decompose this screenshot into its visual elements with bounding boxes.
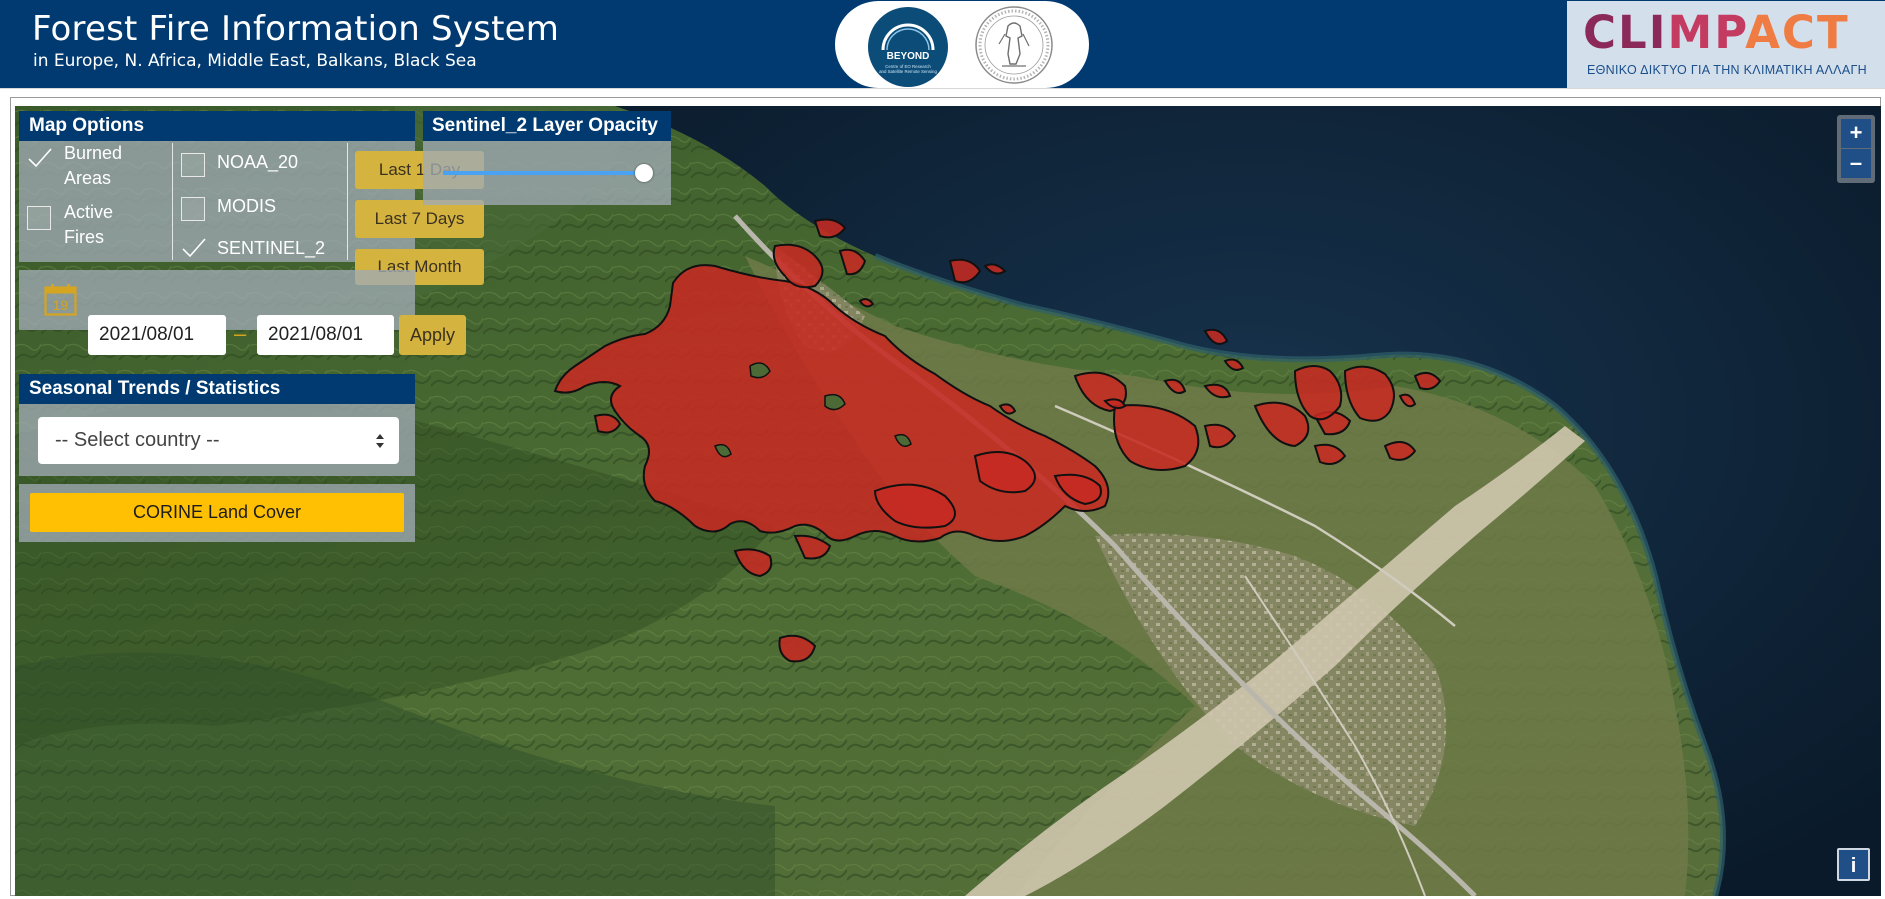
beyond-logo-icon[interactable]: BEYOND Centre of EO Research and Satelli…: [865, 5, 951, 87]
climpact-logo[interactable]: CLIMPACT ΕΘΝΙΚΟ ΔΙΚΤΥΟ ΓΙΑ ΤΗΝ ΚΛΙΜΑΤΙΚΗ…: [1567, 1, 1885, 88]
zoom-out-button[interactable]: –: [1841, 149, 1871, 178]
map-options-title: Map Options: [19, 111, 415, 141]
climpact-logo-word: CLIMPACT: [1583, 6, 1850, 59]
modis-label[interactable]: MODIS: [217, 194, 276, 219]
active-fires-label[interactable]: Active Fires: [64, 200, 113, 250]
beyond-logo-tagline-2: and Satellite Remote Sensing: [879, 69, 937, 74]
date-separator: –: [234, 321, 247, 346]
last-7-days-button[interactable]: Last 7 Days: [355, 200, 484, 238]
options-divider: [172, 143, 173, 260]
info-button[interactable]: i: [1837, 848, 1870, 881]
climpact-logo-subtitle: ΕΘΝΙΚΟ ΔΙΚΤΥΟ ΓΙΑ ΤΗΝ ΚΛΙΜΑΤΙΚΗ ΑΛΛΑΓΗ: [1587, 63, 1867, 77]
apply-button[interactable]: Apply: [399, 315, 466, 355]
app-subtitle: in Europe, N. Africa, Middle East, Balka…: [33, 51, 477, 71]
noaa20-checkbox[interactable]: [181, 153, 205, 177]
opacity-title: Sentinel_2 Layer Opacity: [423, 111, 671, 141]
national-observatory-of-athens-seal-icon[interactable]: [972, 4, 1056, 86]
options-divider: [347, 143, 348, 260]
map-canvas[interactable]: Map Options Burned Areas Active Fires NOAA…: [15, 106, 1881, 896]
burned-areas-checkbox[interactable]: [26, 146, 54, 177]
noaa20-label[interactable]: NOAA_20: [217, 150, 298, 175]
active-fires-checkbox[interactable]: [27, 206, 51, 230]
checkmark-icon: [182, 238, 206, 258]
seasonal-trends-title: Seasonal Trends / Statistics: [19, 374, 415, 404]
country-select[interactable]: -- Select country --: [38, 417, 399, 464]
date-from-input[interactable]: 2021/08/01: [88, 315, 226, 355]
app-header: Forest Fire Information System in Europe…: [0, 0, 1885, 89]
sentinel2-label[interactable]: SENTINEL_2: [217, 236, 325, 261]
beyond-logo-name: BEYOND: [887, 51, 930, 62]
partner-logos: BEYOND Centre of EO Research and Satelli…: [835, 1, 1089, 88]
corine-land-cover-button[interactable]: CORINE Land Cover: [30, 493, 404, 532]
calendar-icon[interactable]: 19: [44, 283, 77, 316]
checkmark-icon: [28, 148, 52, 168]
opacity-slider-track[interactable]: [443, 171, 649, 175]
app-title: Forest Fire Information System: [32, 9, 560, 49]
zoom-in-button[interactable]: +: [1841, 119, 1871, 148]
modis-checkbox[interactable]: [181, 197, 205, 221]
burned-areas-label[interactable]: Burned Areas: [64, 141, 122, 191]
calendar-day: 19: [53, 297, 69, 313]
opacity-slider-handle[interactable]: [635, 164, 653, 182]
country-select-value: -- Select country --: [55, 429, 220, 451]
date-to-input[interactable]: 2021/08/01: [257, 315, 394, 355]
sentinel2-checkbox[interactable]: [180, 236, 208, 267]
select-arrows-icon: [376, 434, 384, 448]
